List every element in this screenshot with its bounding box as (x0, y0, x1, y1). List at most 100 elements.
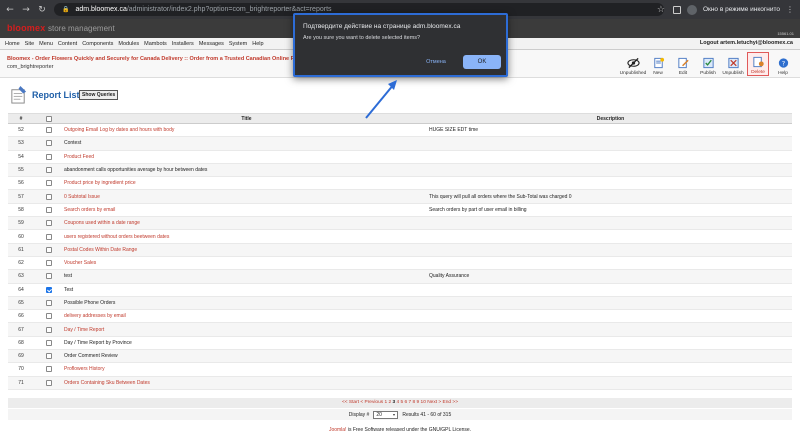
row-select (34, 206, 64, 213)
row-checkbox[interactable] (46, 167, 52, 174)
row-number: 55 (18, 167, 24, 174)
new-icon (653, 57, 664, 69)
menu-item-components[interactable]: Components (82, 41, 113, 47)
version-label: 15561.01 (777, 31, 794, 36)
delete-icon (752, 56, 764, 68)
row-checkbox[interactable] (46, 326, 52, 333)
row-number: 56 (18, 180, 24, 187)
row-checkbox[interactable] (46, 180, 52, 187)
publish-button[interactable]: Publish (697, 52, 719, 76)
row-number: 61 (18, 246, 24, 253)
unpublished-button[interactable]: Unpublished (620, 52, 646, 76)
table-row: 67 Day / Time Report (8, 323, 792, 337)
reload-icon[interactable]: ↻ (36, 4, 48, 16)
forward-icon[interactable]: → (20, 4, 32, 16)
row-checkbox[interactable] (46, 260, 52, 267)
row-select (34, 180, 64, 187)
menu-item-home[interactable]: Home (5, 41, 20, 47)
row-number: 69 (18, 353, 24, 360)
row-title[interactable]: Orders Containing Sku Between Dates (64, 380, 429, 386)
logout-link[interactable]: Logout artem.letuchyi@bloomex.ca (700, 40, 793, 46)
row-checkbox[interactable] (46, 366, 52, 373)
new-label: New (653, 71, 663, 76)
joomla-link[interactable]: Joomla! (329, 427, 347, 433)
row-title[interactable]: Product Feed (64, 154, 429, 160)
row-title[interactable]: 0 Subtotal Issue (64, 194, 429, 200)
row-checkbox[interactable] (46, 246, 52, 253)
site-title-link[interactable]: Bloomex - Order Flowers Quickly and Secu… (7, 56, 307, 62)
menu-item-content[interactable]: Content (58, 41, 77, 47)
row-checkbox[interactable] (46, 153, 52, 160)
row-checkbox[interactable] (46, 220, 52, 227)
confirm-dialog: Подтвердите действие на странице adm.blo… (293, 13, 508, 77)
incognito-icon[interactable] (686, 4, 697, 15)
row-title[interactable]: Voucher Sales (64, 260, 429, 266)
row-title: test (64, 273, 73, 280)
row-checkbox[interactable] (46, 140, 52, 147)
delete-label: Delete (751, 70, 765, 75)
star-icon[interactable]: ☆ (655, 4, 667, 16)
dialog-title: Подтвердите действие на странице adm.blo… (303, 23, 461, 30)
header-description[interactable]: Description (429, 116, 792, 122)
pager-suffix[interactable]: 4 5 6 7 8 9 10 Next > End >> (397, 400, 458, 405)
row-description: HUGE SIZE EDT time (429, 127, 479, 134)
row-title: Order Comment Review (64, 353, 118, 360)
table-row: 56 Product price by ingredient price (8, 177, 792, 191)
row-title[interactable]: Proflowers History (64, 366, 429, 372)
help-button[interactable]: ? Help (772, 52, 794, 76)
row-title[interactable]: Coupons used within a date range (64, 220, 429, 226)
delete-button[interactable]: Delete (747, 52, 769, 76)
row-checkbox[interactable] (46, 313, 52, 320)
row-title[interactable]: Outgoing Email Log by dates and hours wi… (64, 127, 429, 133)
menu-item-installers[interactable]: Installers (172, 41, 194, 47)
row-title[interactable]: delivery addresses by email (64, 313, 429, 319)
row-checkbox[interactable] (46, 353, 52, 360)
row-title[interactable]: users registered without orders beetween… (64, 234, 429, 240)
row-checkbox[interactable] (46, 286, 52, 293)
sidepanel-icon[interactable] (672, 5, 681, 14)
menu-item-mambots[interactable]: Mambots (144, 41, 167, 47)
row-number: 57 (18, 193, 24, 200)
row-select (34, 233, 64, 240)
dialog-cancel-button[interactable]: Отмена (423, 56, 449, 69)
row-checkbox[interactable] (46, 193, 52, 200)
select-all-checkbox[interactable] (46, 115, 52, 122)
menu-icon[interactable]: ⋮ (786, 5, 794, 14)
url-text: adm.bloomex.ca/administrator/index2.php?… (75, 6, 331, 13)
new-button[interactable]: New (647, 52, 669, 76)
row-title[interactable]: Postal Codes Within Date Range (64, 247, 429, 253)
table-row: 66 delivery addresses by email (8, 310, 792, 324)
menu-item-modules[interactable]: Modules (118, 41, 139, 47)
row-title: Test (64, 286, 74, 293)
row-title[interactable]: Search orders by email (64, 207, 429, 213)
pager-current: 3 (392, 400, 396, 405)
display-label: Display # (348, 411, 370, 418)
edit-button[interactable]: Edit (672, 52, 694, 76)
row-checkbox[interactable] (46, 300, 52, 306)
menu-item-menu[interactable]: Menu (39, 41, 53, 47)
row-checkbox[interactable] (46, 127, 52, 134)
table-body: 52 Outgoing Email Log by dates and hours … (8, 124, 792, 390)
table-row: 62 Voucher Sales (8, 257, 792, 271)
back-icon[interactable]: ← (4, 4, 16, 16)
row-checkbox[interactable] (46, 273, 52, 280)
row-checkbox[interactable] (46, 379, 52, 386)
pager-prefix[interactable]: << Start < Previous 1 2 (342, 400, 391, 405)
menu-item-site[interactable]: Site (25, 41, 34, 47)
menu-item-help[interactable]: Help (252, 41, 263, 47)
show-queries-button[interactable]: Show Queries (79, 90, 119, 100)
row-checkbox[interactable] (46, 233, 52, 240)
row-checkbox[interactable] (46, 339, 52, 346)
row-title[interactable]: Day / Time Report (64, 327, 429, 333)
unpublish-button[interactable]: Unpublish (722, 52, 744, 76)
row-description: This query will pull all orders where th… (429, 193, 572, 200)
dialog-ok-button[interactable]: OK (463, 55, 501, 69)
row-title[interactable]: Product price by ingredient price (64, 180, 429, 186)
menu-item-system[interactable]: System (229, 41, 247, 47)
table-row: 64 Test (8, 284, 792, 297)
display-count-select[interactable]: 20 (373, 410, 399, 419)
row-select (34, 339, 64, 346)
publish-label: Publish (700, 71, 716, 76)
row-checkbox[interactable] (46, 206, 52, 213)
menu-item-messages[interactable]: Messages (199, 41, 224, 47)
